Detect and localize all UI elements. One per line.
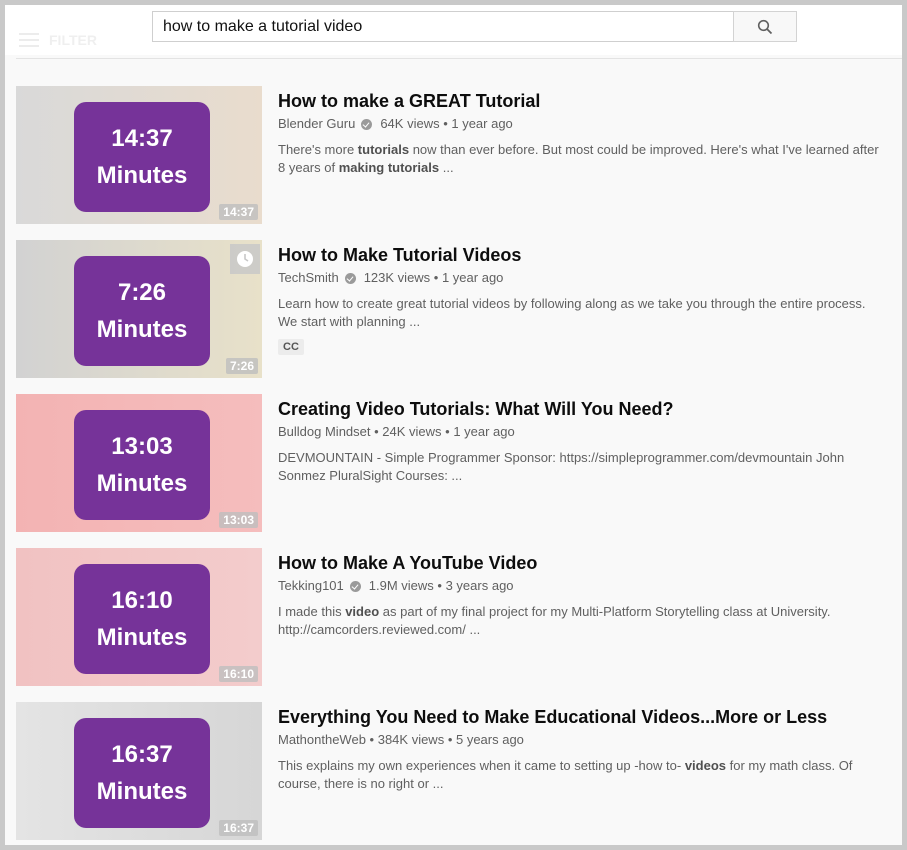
video-meta: TechSmith 123K views • 1 year ago [278,269,888,287]
search-input[interactable] [152,11,733,42]
badge-suffix: Minutes [96,624,188,651]
video-description: This explains my own experiences when it… [278,757,888,793]
description-text: Learn how to create great tutorial video… [278,296,866,329]
badge-suffix: Minutes [96,162,188,189]
duration-badge-overlay: 7:26 Minutes [74,256,210,366]
filter-label: FILTER [49,32,97,48]
clock-icon [237,251,253,267]
meta-dot: • [444,732,456,747]
duration-badge-overlay: 13:03 Minutes [74,410,210,520]
video-description: Learn how to create great tutorial video… [278,295,888,331]
watch-later-button[interactable] [230,244,260,274]
badge-time: 16:10 [111,587,173,614]
highlighted-term: tutorials [357,142,410,157]
badge-time: 16:37 [111,741,173,768]
view-count: 24K views [382,424,442,439]
video-thumbnail[interactable]: 7:26 7:26 Minutes [16,240,262,378]
video-info: Everything You Need to Make Educational … [278,705,888,793]
video-thumbnail[interactable]: 16:10 16:10 Minutes [16,548,262,686]
duration-label: 16:37 [219,820,258,836]
video-thumbnail[interactable]: 14:37 14:37 Minutes [16,86,262,224]
video-meta: Blender Guru 64K views • 1 year ago [278,115,888,133]
description-text: I made this [278,604,346,619]
video-title[interactable]: How to Make Tutorial Videos [278,243,888,267]
meta-dot: • [430,270,442,285]
duration-label: 14:37 [219,204,258,220]
youtube-search-page: FILTER 14:37 14:37 Minutes How to make a… [5,5,902,845]
search-button[interactable] [733,11,797,42]
video-description: DEVMOUNTAIN - Simple Programmer Sponsor:… [278,449,888,485]
upload-age: 5 years ago [455,732,524,747]
video-info: Creating Video Tutorials: What Will You … [278,397,888,485]
video-title[interactable]: Everything You Need to Make Educational … [278,705,888,729]
meta-dot: • [433,578,446,593]
highlighted-term: video [345,604,380,619]
meta-separator: • [370,424,383,439]
meta-separator: • [365,732,378,747]
badge-time: 7:26 [117,279,167,306]
verified-icon [349,580,361,592]
meta-dot: • [441,424,454,439]
badge-suffix: Minutes [96,470,188,497]
view-count: 123K views [363,270,431,285]
verified-icon [361,118,373,130]
badge-suffix: Minutes [96,778,188,805]
meta-dot: • [439,116,452,131]
channel-name[interactable]: MathontheWeb [278,731,366,749]
highlighted-term: making tutorials [338,160,440,175]
channel-name[interactable]: Bulldog Mindset [278,423,371,441]
filter-button[interactable]: FILTER [19,32,97,48]
upload-age: 3 years ago [445,578,514,593]
header: FILTER [5,5,902,55]
badge-time: 13:03 [111,433,173,460]
upload-age: 1 year ago [441,270,504,285]
channel-name[interactable]: TechSmith [278,269,339,287]
video-title[interactable]: Creating Video Tutorials: What Will You … [278,397,888,421]
video-description: There's more tutorials now than ever bef… [278,141,888,177]
search-icon [757,19,773,34]
view-count: 384K views [377,732,445,747]
badge-time: 14:37 [111,125,173,152]
description-text: This explains my own experiences when it… [278,758,685,773]
upload-age: 1 year ago [453,424,515,439]
video-meta: MathontheWeb • 384K views • 5 years ago [278,731,888,749]
video-description: I made this video as part of my final pr… [278,603,888,639]
video-thumbnail[interactable]: 16:37 16:37 Minutes [16,702,262,840]
upload-age: 1 year ago [451,116,513,131]
verified-icon [344,272,356,284]
video-thumbnail[interactable]: 13:03 13:03 Minutes [16,394,262,532]
duration-badge-overlay: 14:37 Minutes [74,102,210,212]
video-meta: Bulldog Mindset • 24K views • 1 year ago [278,423,888,441]
view-count: 1.9M views [368,578,434,593]
header-divider [16,58,902,59]
video-info: How to make a GREAT Tutorial Blender Gur… [278,89,888,177]
description-text: DEVMOUNTAIN - Simple Programmer Sponsor:… [278,450,845,483]
description-text: ... [439,160,454,175]
channel-name[interactable]: Blender Guru [278,115,355,133]
duration-badge-overlay: 16:37 Minutes [74,718,210,828]
description-text: There's more [278,142,358,157]
duration-label: 7:26 [225,358,258,374]
duration-label: 16:10 [219,666,258,682]
search-bar [152,11,797,42]
video-info: How to Make A YouTube Video Tekking101 1… [278,551,888,639]
channel-name[interactable]: Tekking101 [278,577,344,595]
view-count: 64K views [380,116,440,131]
video-title[interactable]: How to Make A YouTube Video [278,551,888,575]
badge-suffix: Minutes [96,316,188,343]
highlighted-term: videos [684,758,726,773]
video-info: How to Make Tutorial Videos TechSmith 12… [278,243,888,355]
video-meta: Tekking101 1.9M views • 3 years ago [278,577,888,595]
video-title[interactable]: How to make a GREAT Tutorial [278,89,888,113]
filter-icon [19,33,39,47]
duration-badge-overlay: 16:10 Minutes [74,564,210,674]
cc-badge: CC [278,339,304,355]
duration-label: 13:03 [219,512,258,528]
